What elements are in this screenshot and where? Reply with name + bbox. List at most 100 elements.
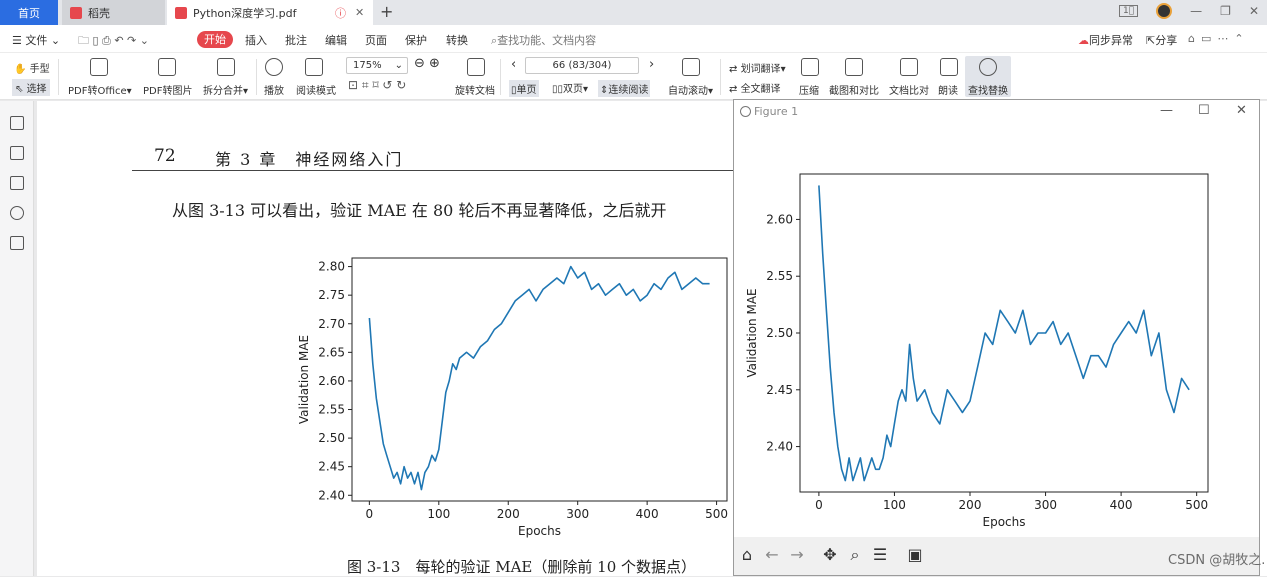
pdf-to-image-icon xyxy=(158,58,176,76)
minimize-icon[interactable]: — xyxy=(1190,4,1202,18)
menu-file-label: 文件 xyxy=(25,34,48,47)
layout-icon[interactable]: 1⃞ xyxy=(1119,5,1139,17)
book-chart-x-tick-label: 100 xyxy=(427,507,450,521)
figure-chart-x-tick-label: 500 xyxy=(1185,498,1208,512)
book-chart-y-tick-label: 2.55 xyxy=(318,403,345,417)
zoom-icon[interactable]: ⌕ xyxy=(845,545,865,565)
auto-scroll-label: 自动滚动 xyxy=(668,86,708,97)
pdf-to-image-button[interactable]: PDF转图片 xyxy=(143,82,192,97)
play-icon xyxy=(265,58,283,76)
avatar[interactable] xyxy=(1156,3,1173,19)
word-translate-button[interactable]: ⇄ 划词翻译▾ xyxy=(729,60,786,75)
page-number-input[interactable]: 66 (83/304) xyxy=(525,57,639,74)
menu-file[interactable]: ☰ 文件 ⌄ xyxy=(12,32,60,48)
book-chart-y-tick-label: 2.45 xyxy=(318,460,345,474)
compress-button[interactable]: 压缩 xyxy=(799,82,819,97)
book-chart-y-tick-label: 2.60 xyxy=(318,374,345,388)
forward-icon[interactable]: → xyxy=(787,545,807,565)
attachment-icon[interactable] xyxy=(10,206,24,220)
comment-icon[interactable] xyxy=(10,176,24,190)
new-tab-icon[interactable]: + xyxy=(380,2,393,21)
share-button[interactable]: ⇱分享 xyxy=(1146,32,1177,48)
full-translate-button[interactable]: ⇄ 全文翻译 xyxy=(729,80,781,95)
window-controls: 1⃞ — ❐ ✕ xyxy=(1119,3,1259,19)
search-function[interactable]: ⌕查找功能、文档内容 xyxy=(491,32,596,48)
hand-tool[interactable]: ✋ 手型 xyxy=(14,60,50,75)
quick-access-icons[interactable]: 🗀 ▯ ⎙ ↶ ↷ ⌄ xyxy=(78,32,149,51)
share-label: 分享 xyxy=(1155,34,1178,47)
watermark: CSDN @胡牧之. xyxy=(1168,553,1266,568)
figure-chart-y-tick-label: 2.50 xyxy=(766,326,793,340)
single-page-button[interactable]: ▯单页 xyxy=(509,80,539,97)
read-aloud-button[interactable]: 朗读 xyxy=(938,82,958,97)
tab-pdf-document[interactable]: Python深度学习.pdf ⓘ ✕ xyxy=(167,0,373,25)
figure-chart-y-tick-label: 2.55 xyxy=(766,269,793,283)
find-replace-button[interactable]: 查找替换 xyxy=(968,82,1008,97)
pdf-to-office-icon xyxy=(90,58,108,76)
figure-chart-y-tick-label: 2.45 xyxy=(766,383,793,397)
restore-icon[interactable]: ❐ xyxy=(1220,4,1231,18)
body-paragraph: 从图 3-13 可以看出，验证 MAE 在 80 轮后不再显著降低，之后就开 xyxy=(172,201,667,220)
menu-annotate[interactable]: 批注 xyxy=(285,32,307,48)
figure-chart-y-axis-label: Validation MAE xyxy=(745,288,759,377)
thumbnail-icon[interactable] xyxy=(10,146,24,160)
minimize-icon[interactable]: — xyxy=(1160,103,1173,118)
back-icon[interactable]: ← xyxy=(762,545,782,565)
figure-title: Figure 1 xyxy=(754,105,799,118)
warning-icon[interactable]: ⓘ xyxy=(335,5,346,21)
hand-label: 手型 xyxy=(29,64,50,75)
rotate-document-icon xyxy=(467,58,485,76)
pdf-to-office-button[interactable]: PDF转Office▾ xyxy=(68,82,132,97)
split-merge-label: 拆分合并 xyxy=(203,86,243,97)
menu-protect[interactable]: 保护 xyxy=(405,32,427,48)
book-chart-y-tick-label: 2.75 xyxy=(318,288,345,302)
close-window-icon[interactable]: ✕ xyxy=(1249,4,1259,18)
tab-home-label: 首页 xyxy=(18,6,40,20)
signature-icon[interactable] xyxy=(10,236,24,250)
screenshot-compare-button[interactable]: 截图和对比 xyxy=(829,82,879,97)
sync-status[interactable]: ☁同步异常 xyxy=(1078,32,1133,48)
tab-home[interactable]: 首页 xyxy=(0,0,58,25)
configure-icon[interactable]: ☰ xyxy=(870,545,890,565)
play-button[interactable]: 播放 xyxy=(264,82,284,97)
menu-edit[interactable]: 编辑 xyxy=(325,32,347,48)
zoom-select[interactable]: 175% ⌄ xyxy=(346,57,408,74)
split-merge-button[interactable]: 拆分合并▾ xyxy=(203,82,248,97)
prev-page-icon[interactable]: ‹ xyxy=(511,57,516,72)
rotate-document-button[interactable]: 旋转文档 xyxy=(455,82,495,97)
book-chart-x-tick-label: 200 xyxy=(497,507,520,521)
more-icons[interactable]: ⌂▭⋯⌃ xyxy=(1188,32,1250,45)
close-icon[interactable]: ✕ xyxy=(1236,103,1247,118)
book-chart-y-tick-label: 2.50 xyxy=(318,431,345,445)
pdf-file-icon xyxy=(175,6,187,19)
read-mode-button[interactable]: 阅读模式 xyxy=(296,82,336,97)
text-compare-button[interactable]: 文档比对 xyxy=(889,82,929,97)
next-page-icon[interactable]: › xyxy=(649,57,654,72)
book-chart-x-tick-label: 300 xyxy=(566,507,589,521)
menu-convert[interactable]: 转换 xyxy=(446,32,468,48)
menu-page[interactable]: 页面 xyxy=(365,32,387,48)
zoom-icons[interactable]: ⊖ ⊕ xyxy=(414,56,440,71)
find-replace-icon xyxy=(979,58,997,76)
fit-rotate-icons[interactable]: ⊡ ⌗ ⌑ ↺ ↻ xyxy=(348,78,406,93)
header-rule xyxy=(132,170,742,171)
figure-chart-x-tick-label: 400 xyxy=(1110,498,1133,512)
save-icon[interactable]: ▣ xyxy=(905,545,925,565)
pan-icon[interactable]: ✥ xyxy=(820,545,840,565)
continuous-read-button[interactable]: ⇕连续阅读 xyxy=(598,80,651,97)
figure-chart-y-tick-label: 2.60 xyxy=(766,212,793,226)
select-tool[interactable]: ⇖ 选择 xyxy=(12,79,50,96)
book-chart-x-tick-label: 500 xyxy=(705,507,728,521)
home-icon[interactable]: ⌂ xyxy=(737,545,757,565)
double-page-button[interactable]: ▯▯双页▾ xyxy=(552,80,588,95)
bookmark-icon[interactable] xyxy=(10,116,24,130)
divider xyxy=(500,59,501,95)
auto-scroll-button[interactable]: 自动滚动▾ xyxy=(668,82,713,97)
menu-insert[interactable]: 插入 xyxy=(245,32,267,48)
figure-chart-x-tick-label: 300 xyxy=(1034,498,1057,512)
menu-start[interactable]: 开始 xyxy=(197,31,233,48)
maximize-icon[interactable]: ☐ xyxy=(1198,103,1210,118)
book-chart-x-tick-label: 400 xyxy=(636,507,659,521)
tab-docer[interactable]: 稻壳 xyxy=(62,0,165,25)
close-tab-icon[interactable]: ✕ xyxy=(355,6,364,19)
